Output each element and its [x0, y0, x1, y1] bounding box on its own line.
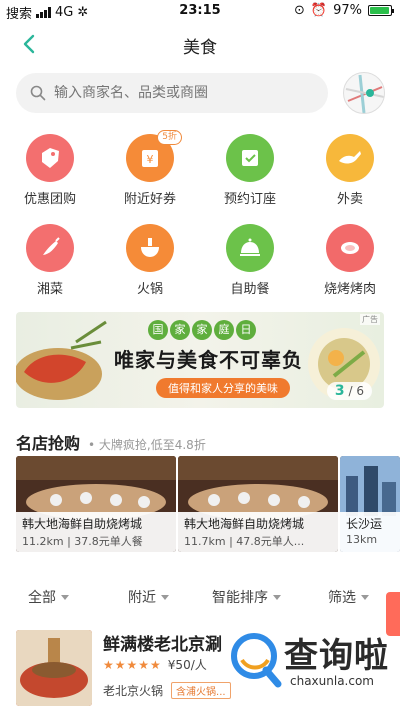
- famous-stores-carousel[interactable]: 韩大地海鲜自助烧烤城 11.2km | 37.8元单人餐 韩大地海鲜自助烧烤城 …: [16, 456, 400, 552]
- category-hunan[interactable]: 湘菜: [0, 224, 100, 297]
- alarm-icon: ⏰: [310, 3, 328, 18]
- banner-tag: 庭: [214, 320, 234, 340]
- category-label: 烧烤烤肉: [323, 282, 376, 297]
- ad-label: 广告: [360, 314, 380, 325]
- calendar-check-icon: [226, 134, 274, 182]
- banner-subline: 值得和家人分享的美味: [156, 378, 290, 398]
- chevron-down-icon: [61, 594, 69, 600]
- status-bar: 搜索 4G ✲ 23:15 ⊙ ⏰ 97%: [0, 0, 400, 22]
- avg-price: ¥50/人: [167, 658, 207, 672]
- banner-tags: 国 家 家 庭 日: [148, 320, 256, 340]
- category-discount-group[interactable]: 优惠团购: [0, 134, 100, 207]
- discount-badge: 5折: [157, 130, 182, 145]
- rating-row: ★★★★★ ¥50/人: [103, 656, 207, 673]
- chevron-down-icon: [361, 594, 369, 600]
- coupon-icon: ¥ 5折: [126, 130, 182, 182]
- filter-nearby[interactable]: 附近: [128, 587, 169, 607]
- chevron-down-icon: [273, 594, 281, 600]
- cuisine-label: 老北京火锅: [103, 684, 164, 698]
- filter-screen[interactable]: 筛选: [328, 587, 369, 607]
- chevron-down-icon: [161, 594, 169, 600]
- banner-headline: 唯家与美食不可辜负: [114, 348, 303, 372]
- delivery-icon: [326, 134, 374, 182]
- filter-bar: 全部 附近 智能排序 筛选: [0, 582, 400, 614]
- store-meta: 11.7km | 47.8元单人...: [184, 535, 305, 548]
- star-rating: ★★★★★: [103, 657, 162, 672]
- orientation-lock-icon: ⊙: [294, 3, 305, 18]
- category-hotpot[interactable]: 火锅: [100, 224, 200, 297]
- hotpot-icon: [126, 224, 174, 272]
- map-icon: [345, 74, 384, 113]
- banner-tag: 家: [192, 320, 212, 340]
- location-tag: 含浦火锅...: [171, 682, 231, 699]
- search-icon: [30, 85, 46, 101]
- banner-tag: 日: [236, 320, 256, 340]
- pager-total: / 6: [348, 384, 365, 398]
- discount-tag-icon: [26, 134, 74, 182]
- chili-icon: [26, 224, 74, 272]
- section-title: 名店抢购: [16, 434, 81, 453]
- category-label: 外卖: [336, 192, 363, 207]
- pager-current: 3: [334, 383, 345, 399]
- section-subtitle: • 大牌疯抢,低至4.8折: [88, 438, 206, 452]
- store-meta: 11.2km | 37.8元单人餐: [22, 535, 143, 548]
- store-info: 长沙运 13km: [340, 512, 400, 552]
- store-card[interactable]: 长沙运 13km: [340, 456, 400, 552]
- battery-percent: 97%: [333, 3, 362, 18]
- banner-tag: 家: [170, 320, 190, 340]
- filter-all[interactable]: 全部: [28, 587, 69, 607]
- filter-label: 智能排序: [212, 590, 268, 606]
- store-name: 韩大地海鲜自助烧烤城: [184, 517, 305, 531]
- category-bbq[interactable]: 烧烤烤肉: [300, 224, 400, 297]
- promo-banner[interactable]: 国 家 家 庭 日 唯家与美食不可辜负 值得和家人分享的美味 广告 3 / 6: [16, 312, 384, 408]
- category-label: 预约订座: [223, 192, 276, 207]
- store-name: 长沙运: [346, 517, 383, 531]
- category-label: 附近好券: [123, 192, 176, 207]
- map-button[interactable]: [343, 72, 385, 114]
- store-name: 韩大地海鲜自助烧烤城: [22, 517, 143, 531]
- category-label: 火锅: [136, 282, 163, 297]
- section-subtitle-text: 大牌疯抢,低至4.8折: [98, 438, 206, 452]
- restaurant-thumbnail: [16, 630, 92, 706]
- battery-icon: [368, 5, 394, 16]
- store-meta: 13km: [346, 533, 378, 546]
- banner-pager: 3 / 6: [326, 382, 372, 400]
- category-takeout[interactable]: 外卖: [300, 134, 400, 207]
- category-nearby-coupons[interactable]: ¥ 5折 附近好券: [100, 130, 200, 207]
- search-bar[interactable]: [16, 73, 328, 113]
- filter-sort[interactable]: 智能排序: [212, 587, 281, 607]
- buffet-icon: [226, 224, 274, 272]
- store-card[interactable]: 韩大地海鲜自助烧烤城 11.2km | 37.8元单人餐: [16, 456, 176, 552]
- search-input[interactable]: [54, 85, 294, 101]
- watermark-text: 查询啦: [284, 636, 389, 676]
- banner-tag: 国: [148, 320, 168, 340]
- nav-bar: 美食: [0, 24, 400, 64]
- category-row: 老北京火锅 含浦火锅...: [103, 682, 231, 699]
- category-label: 自助餐: [230, 282, 270, 297]
- store-info: 韩大地海鲜自助烧烤城 11.2km | 37.8元单人餐: [16, 512, 176, 552]
- magnifier-logo-icon: [231, 633, 282, 688]
- category-buffet[interactable]: 自助餐: [200, 224, 300, 297]
- filter-label: 附近: [128, 590, 156, 606]
- lobster-image: [16, 320, 107, 400]
- category-label: 湘菜: [36, 282, 63, 297]
- store-info: 韩大地海鲜自助烧烤城 11.7km | 47.8元单人...: [178, 512, 338, 552]
- category-label: 优惠团购: [23, 192, 76, 207]
- store-card[interactable]: 韩大地海鲜自助烧烤城 11.7km | 47.8元单人...: [178, 456, 338, 552]
- restaurant-name: 鲜满楼老北京涮: [103, 635, 222, 655]
- status-right: ⊙ ⏰ 97%: [294, 3, 394, 18]
- meat-icon: [326, 224, 374, 272]
- filter-label: 筛选: [328, 590, 356, 606]
- watermark: 查询啦 chaxunla.com: [228, 628, 394, 698]
- famous-stores-header: 名店抢购 • 大牌疯抢,低至4.8折: [16, 430, 206, 454]
- filter-label: 全部: [28, 590, 56, 606]
- category-reservation[interactable]: 预约订座: [200, 134, 300, 207]
- svg-text:¥: ¥: [147, 153, 154, 166]
- page-title: 美食: [183, 38, 217, 58]
- watermark-url: chaxunla.com: [290, 674, 374, 688]
